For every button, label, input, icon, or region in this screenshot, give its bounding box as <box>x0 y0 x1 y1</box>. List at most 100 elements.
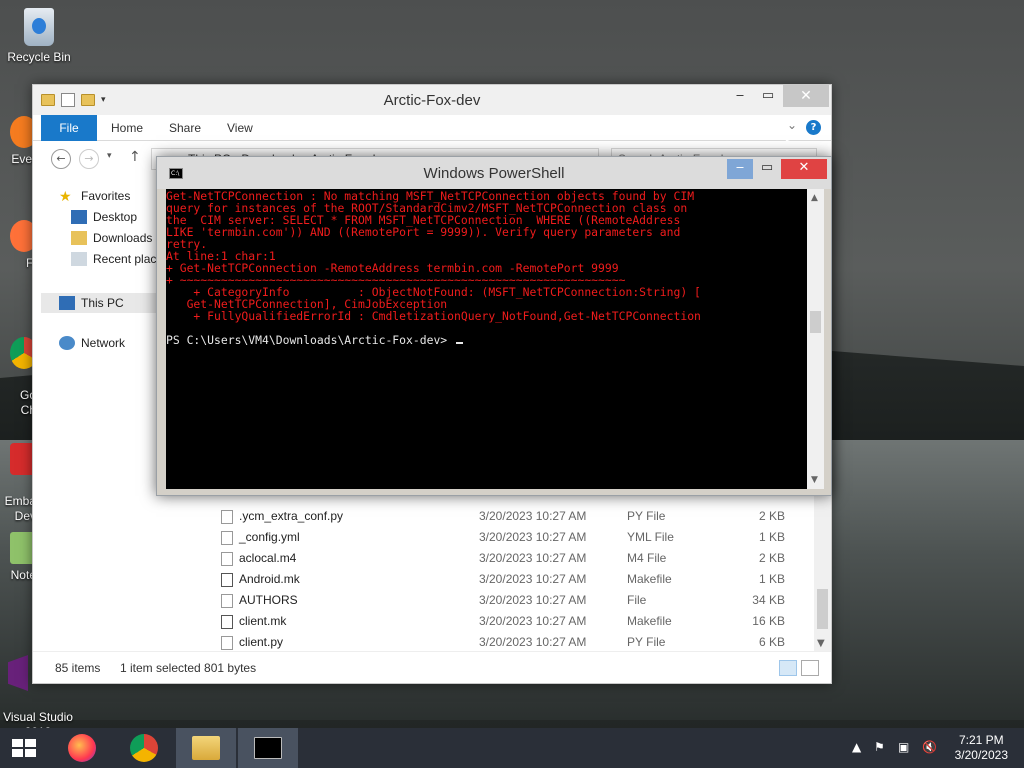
tab-view[interactable]: View <box>227 121 253 135</box>
action-center-flag-icon[interactable]: ⚑ <box>874 740 885 754</box>
table-row[interactable]: AUTHORS 3/20/2023 10:27 AM File 34 KB <box>215 590 791 611</box>
start-button[interactable] <box>0 728 48 768</box>
makefile-icon <box>221 573 233 587</box>
file-size: 1 KB <box>758 572 785 586</box>
file-date: 3/20/2023 10:27 AM <box>479 614 587 628</box>
close-button[interactable]: ✕ <box>781 159 827 179</box>
up-arrow-icon[interactable]: ↑ <box>129 149 141 165</box>
file-date: 3/20/2023 10:27 AM <box>479 572 587 586</box>
file-name: aclocal.m4 <box>239 551 297 565</box>
tab-file[interactable]: File <box>41 115 97 141</box>
taskbar-powershell[interactable] <box>238 728 298 768</box>
desktop-icon-label: Go Ch <box>19 388 36 417</box>
nav-favorites[interactable]: ★ Favorites <box>59 189 130 203</box>
tab-home[interactable]: Home <box>111 121 143 135</box>
minimize-button[interactable]: ‒ <box>727 159 753 179</box>
minimize-button[interactable]: ‒ <box>725 85 755 107</box>
large-icons-view-icon[interactable] <box>801 660 819 676</box>
chrome-icon <box>130 734 158 762</box>
help-icon[interactable]: ? <box>806 120 821 135</box>
nav-label: Desktop <box>93 210 138 224</box>
desktop-icon-label: Emba Dev <box>4 494 36 523</box>
back-button[interactable]: ← <box>51 149 71 169</box>
file-icon <box>221 531 233 545</box>
file-date: 3/20/2023 10:27 AM <box>479 635 587 649</box>
desktop-icon-label: Ever <box>11 152 36 166</box>
powershell-titlebar[interactable]: C:\ Windows PowerShell ‒ ▭ ✕ <box>157 157 831 189</box>
nav-label: Network <box>81 336 126 350</box>
taskbar-chrome[interactable] <box>114 728 174 768</box>
maximize-button[interactable]: ▭ <box>754 159 780 179</box>
scroll-down-icon[interactable]: ▼ <box>811 475 818 485</box>
console-scrollbar[interactable]: ▲ ▼ <box>807 189 824 489</box>
nav-downloads[interactable]: Downloads <box>71 231 152 245</box>
powershell-icon <box>254 737 282 759</box>
file-icon <box>221 636 233 650</box>
scrollbar-thumb[interactable] <box>817 589 828 629</box>
file-name: client.py <box>239 635 284 649</box>
scroll-up-icon[interactable]: ▲ <box>811 193 818 203</box>
computer-icon <box>59 296 75 310</box>
console-output[interactable]: Get-NetTCPConnection : No matching MSFT_… <box>166 189 807 489</box>
network-icon <box>59 336 75 350</box>
taskbar: ▲ ⚑ ▣ 🔇 7:21 PM 3/20/2023 <box>0 728 1024 768</box>
file-size: 2 KB <box>758 509 785 523</box>
show-hidden-icons[interactable]: ▲ <box>852 740 861 754</box>
volume-muted-icon[interactable]: 🔇 <box>922 740 937 754</box>
nav-label: Favorites <box>81 189 131 203</box>
firefox-icon <box>68 734 96 762</box>
visual-studio-icon <box>8 655 28 691</box>
file-icon <box>221 594 233 608</box>
explorer-title: Arctic-Fox-dev <box>383 92 481 109</box>
scroll-down-icon[interactable]: ▼ <box>817 638 825 649</box>
desktop-icon-recycle-bin[interactable]: Recycle Bin <box>1 8 77 65</box>
explorer-titlebar[interactable]: ▾ Arctic-Fox-dev ‒ ▭ ✕ <box>33 85 831 115</box>
desktop-icon <box>71 210 87 224</box>
taskbar-firefox[interactable] <box>52 728 112 768</box>
table-row[interactable]: aclocal.m4 3/20/2023 10:27 AM M4 File 2 … <box>215 548 791 569</box>
file-name: Android.mk <box>239 572 300 586</box>
file-date: 3/20/2023 10:27 AM <box>479 551 587 565</box>
table-row[interactable]: _config.yml 3/20/2023 10:27 AM YML File … <box>215 527 791 548</box>
recycle-bin-icon <box>24 8 54 46</box>
windows-logo-icon <box>12 739 36 757</box>
network-icon[interactable]: ▣ <box>898 740 909 754</box>
console-prompt-line[interactable]: PS C:\Users\VM4\Downloads\Arctic-Fox-dev… <box>166 334 807 346</box>
desktop-icon-label: Recycle Bin <box>7 50 71 64</box>
file-type: YML File <box>627 530 674 544</box>
scrollbar-thumb[interactable] <box>810 311 821 333</box>
table-row[interactable]: .ycm_extra_conf.py 3/20/2023 10:27 AM PY… <box>215 506 791 527</box>
star-icon: ★ <box>59 188 72 204</box>
forward-button[interactable]: → <box>79 149 99 169</box>
system-clock[interactable]: 7:21 PM 3/20/2023 <box>955 733 1008 763</box>
console-prompt: PS C:\Users\VM4\Downloads\Arctic-Fox-dev… <box>166 333 455 347</box>
file-type: M4 File <box>627 551 667 565</box>
taskbar-file-explorer[interactable] <box>176 728 236 768</box>
downloads-icon <box>71 231 87 245</box>
maximize-button[interactable]: ▭ <box>753 85 783 107</box>
status-bar: 85 items 1 item selected 801 bytes <box>33 651 831 683</box>
nav-desktop[interactable]: Desktop <box>71 210 137 224</box>
nav-label: This PC <box>81 296 124 310</box>
table-row[interactable]: Android.mk 3/20/2023 10:27 AM Makefile 1… <box>215 569 791 590</box>
file-type: Makefile <box>627 572 672 586</box>
close-button[interactable]: ✕ <box>783 85 829 107</box>
console-error-line: LIKE 'termbin.com')) AND ((RemotePort = … <box>166 225 681 239</box>
table-row[interactable]: client.mk 3/20/2023 10:27 AM Makefile 16… <box>215 611 791 632</box>
file-size: 1 KB <box>758 530 785 544</box>
file-size: 2 KB <box>758 551 785 565</box>
nav-recent-places[interactable]: Recent places <box>71 252 169 266</box>
text-cursor <box>456 342 464 344</box>
ribbon: File Home Share View ⌄ ? <box>33 115 831 141</box>
file-size: 34 KB <box>752 593 785 607</box>
file-name: AUTHORS <box>239 593 298 607</box>
recent-locations-icon[interactable]: ▾ <box>107 151 112 161</box>
nav-network[interactable]: Network <box>59 336 125 350</box>
console-error-line: + FullyQualifiedErrorId : CmdletizationQ… <box>166 309 701 323</box>
powershell-window[interactable]: C:\ Windows PowerShell ‒ ▭ ✕ Get-NetTCPC… <box>156 156 832 496</box>
details-view-icon[interactable] <box>779 660 797 676</box>
tab-share[interactable]: Share <box>169 121 201 135</box>
file-type: PY File <box>627 635 666 649</box>
table-row[interactable]: client.py 3/20/2023 10:27 AM PY File 6 K… <box>215 632 791 653</box>
file-type: PY File <box>627 509 666 523</box>
